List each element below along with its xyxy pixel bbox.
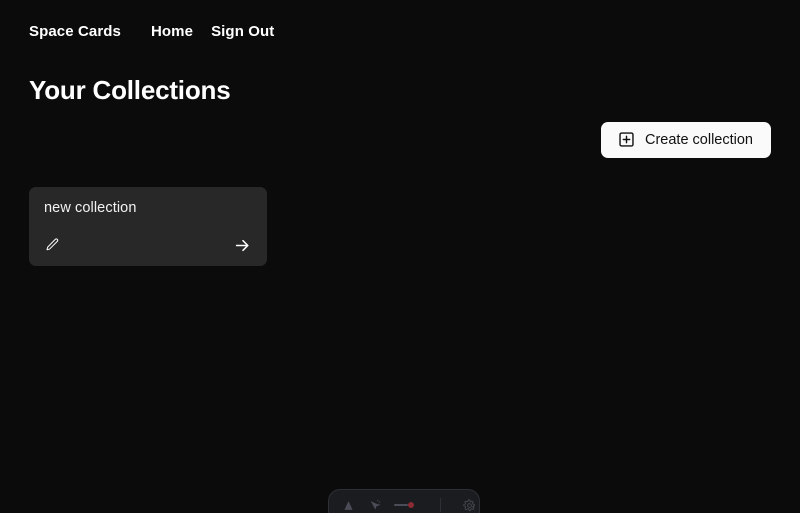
collections-grid: new collection — [0, 158, 800, 266]
top-navbar: Space Cards Home Sign Out — [0, 0, 800, 46]
nav-link-home[interactable]: Home — [151, 23, 193, 40]
text-cursor-icon[interactable] — [342, 499, 355, 512]
pointer-click-icon[interactable] — [368, 499, 381, 512]
plus-square-icon — [619, 132, 634, 147]
nav-brand-space-cards[interactable]: Space Cards — [29, 23, 121, 40]
dev-toolbar[interactable] — [328, 489, 480, 513]
dev-toolbar-tools — [335, 498, 476, 513]
slider-track — [394, 504, 408, 506]
collection-card-footer — [44, 236, 252, 255]
gear-icon[interactable] — [463, 498, 476, 512]
page-title: Your Collections — [29, 75, 231, 105]
record-dot — [408, 502, 414, 508]
edit-collection-button[interactable] — [44, 237, 60, 253]
action-row: Create collection — [0, 105, 800, 158]
record-slider-icon[interactable] — [394, 502, 414, 508]
open-collection-button[interactable] — [233, 236, 252, 255]
dev-toolbar-divider — [440, 498, 441, 512]
collection-card-title: new collection — [44, 199, 137, 216]
create-collection-button[interactable]: Create collection — [601, 121, 771, 158]
arrow-right-icon — [233, 236, 252, 255]
collection-card[interactable]: new collection — [29, 186, 267, 266]
pencil-icon — [44, 237, 60, 253]
nav-link-sign-out[interactable]: Sign Out — [211, 23, 274, 40]
create-collection-label: Create collection — [645, 131, 753, 148]
